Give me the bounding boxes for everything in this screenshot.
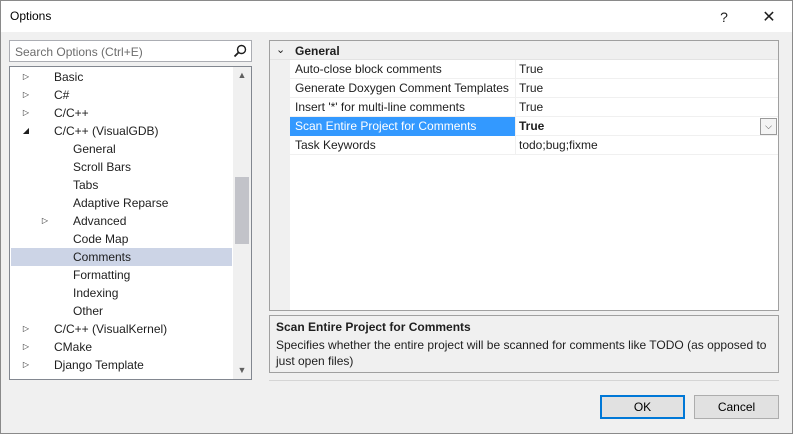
tree-item-label: Formatting bbox=[73, 268, 131, 282]
property-name[interactable]: Auto-close block comments bbox=[290, 60, 516, 79]
property-value[interactable]: True bbox=[517, 79, 778, 98]
category-general[interactable]: ⌄ General bbox=[270, 41, 778, 60]
separator bbox=[269, 380, 779, 381]
tree-item-label: Scroll Bars bbox=[73, 160, 132, 174]
tree-item[interactable]: Formatting bbox=[11, 266, 232, 284]
tree-item[interactable]: ◢ C/C++ (VisualGDB) bbox=[11, 122, 232, 140]
chevron-down-icon[interactable]: ⌄ bbox=[276, 43, 285, 56]
tree-item-label: C/C++ bbox=[54, 106, 89, 120]
tree-item-label: Basic bbox=[54, 70, 84, 84]
tree-item-label: Advanced bbox=[73, 214, 127, 228]
tree-item[interactable]: General bbox=[11, 140, 232, 158]
scroll-down-icon[interactable]: ▼ bbox=[233, 362, 251, 379]
tree-item-label: C/C++ (VisualKernel) bbox=[54, 322, 168, 336]
close-button[interactable]: ✕ bbox=[751, 1, 787, 32]
tree-item[interactable]: Scroll Bars bbox=[11, 158, 232, 176]
property-name[interactable]: Task Keywords bbox=[290, 136, 516, 155]
help-button[interactable]: ? bbox=[706, 1, 742, 32]
tree-item[interactable]: ▷ Basic bbox=[11, 68, 232, 86]
tree-item-label: C/C++ (VisualGDB) bbox=[54, 124, 159, 138]
tree-item[interactable]: ▷ Advanced bbox=[11, 212, 232, 230]
tree-item-label: Django Template bbox=[54, 358, 144, 372]
property-row[interactable]: Auto-close block comments True bbox=[290, 60, 778, 79]
property-value[interactable]: True bbox=[517, 98, 778, 117]
search-input[interactable]: Search Options (Ctrl+E) bbox=[9, 40, 252, 62]
tree-item-label: Other bbox=[73, 304, 104, 318]
tree-item-label: Comments bbox=[73, 250, 132, 264]
tree-item[interactable]: ▷ C/C++ bbox=[11, 104, 232, 122]
grid-gutter bbox=[270, 60, 290, 310]
property-row[interactable]: Generate Doxygen Comment Templates True bbox=[290, 79, 778, 98]
description-title: Scan Entire Project for Comments bbox=[276, 320, 471, 334]
description-panel: Scan Entire Project for Comments Specifi… bbox=[269, 315, 779, 373]
tree-scrollbar[interactable]: ▲ ▼ bbox=[233, 67, 251, 379]
ok-button[interactable]: OK bbox=[600, 395, 685, 419]
category-label: General bbox=[295, 44, 340, 58]
tree-item[interactable]: Tabs bbox=[11, 176, 232, 194]
tree-item-label: Adaptive Reparse bbox=[73, 196, 169, 210]
collapsed-arrow-icon[interactable]: ▷ bbox=[21, 338, 31, 356]
tree-item-label: Code Map bbox=[73, 232, 129, 246]
tree-item-label: Indexing bbox=[73, 286, 119, 300]
property-row[interactable]: Task Keywords todo;bug;fixme bbox=[290, 136, 778, 155]
collapsed-arrow-icon[interactable]: ▷ bbox=[40, 212, 50, 230]
property-name[interactable]: Scan Entire Project for Comments bbox=[290, 117, 516, 136]
property-name[interactable]: Insert '*' for multi-line comments bbox=[290, 98, 516, 117]
tree-item-label: CMake bbox=[54, 340, 93, 354]
property-grid: ⌄ General Auto-close block comments True G… bbox=[269, 40, 779, 311]
tree-item-label: Tabs bbox=[73, 178, 99, 192]
scroll-up-icon[interactable]: ▲ bbox=[233, 67, 251, 84]
dialog-title: Options bbox=[10, 9, 52, 23]
collapsed-arrow-icon[interactable]: ▷ bbox=[21, 320, 31, 338]
search-placeholder: Search Options (Ctrl+E) bbox=[15, 45, 143, 59]
collapsed-arrow-icon[interactable]: ▷ bbox=[21, 68, 31, 86]
tree-item[interactable]: Indexing bbox=[11, 284, 232, 302]
title-bar: Options ? ✕ bbox=[1, 1, 792, 32]
tree-item[interactable]: ▷ CMake bbox=[11, 338, 232, 356]
tree-item[interactable]: ▷ C# bbox=[11, 86, 232, 104]
property-value[interactable]: True bbox=[517, 117, 778, 136]
tree-item-label: C# bbox=[54, 88, 70, 102]
tree-item[interactable]: Comments bbox=[11, 248, 232, 266]
collapsed-arrow-icon[interactable]: ▷ bbox=[21, 86, 31, 104]
tree-item[interactable]: ▷ Django Template bbox=[11, 356, 232, 374]
property-name[interactable]: Generate Doxygen Comment Templates bbox=[290, 79, 516, 98]
collapsed-arrow-icon[interactable]: ▷ bbox=[21, 356, 31, 374]
tree-item[interactable]: Code Map bbox=[11, 230, 232, 248]
tree-item[interactable]: Adaptive Reparse bbox=[11, 194, 232, 212]
options-tree: ▷ Basic ▷ C# ▷ C/C++ ◢ C/C++ (VisualGDB) General… bbox=[9, 66, 252, 380]
property-row[interactable]: Insert '*' for multi-line comments True bbox=[290, 98, 778, 117]
expanded-arrow-icon[interactable]: ◢ bbox=[21, 122, 31, 140]
property-row[interactable]: Scan Entire Project for Comments True ⌵ bbox=[290, 117, 778, 136]
options-dialog: Options ? ✕ Search Options (Ctrl+E) ▷ Bas… bbox=[0, 0, 793, 434]
search-icon[interactable] bbox=[232, 43, 248, 59]
collapsed-arrow-icon[interactable]: ▷ bbox=[21, 104, 31, 122]
cancel-button[interactable]: Cancel bbox=[694, 395, 779, 419]
tree-item-label: General bbox=[73, 142, 116, 156]
chevron-down-icon[interactable]: ⌵ bbox=[760, 118, 777, 135]
property-value[interactable]: todo;bug;fixme bbox=[517, 136, 778, 155]
tree-item[interactable]: Other bbox=[11, 302, 232, 320]
property-value[interactable]: True bbox=[517, 60, 778, 79]
description-text: Specifies whether the entire project wil… bbox=[276, 338, 767, 368]
tree-item[interactable]: ▷ C/C++ (VisualKernel) bbox=[11, 320, 232, 338]
scroll-thumb[interactable] bbox=[235, 177, 249, 244]
